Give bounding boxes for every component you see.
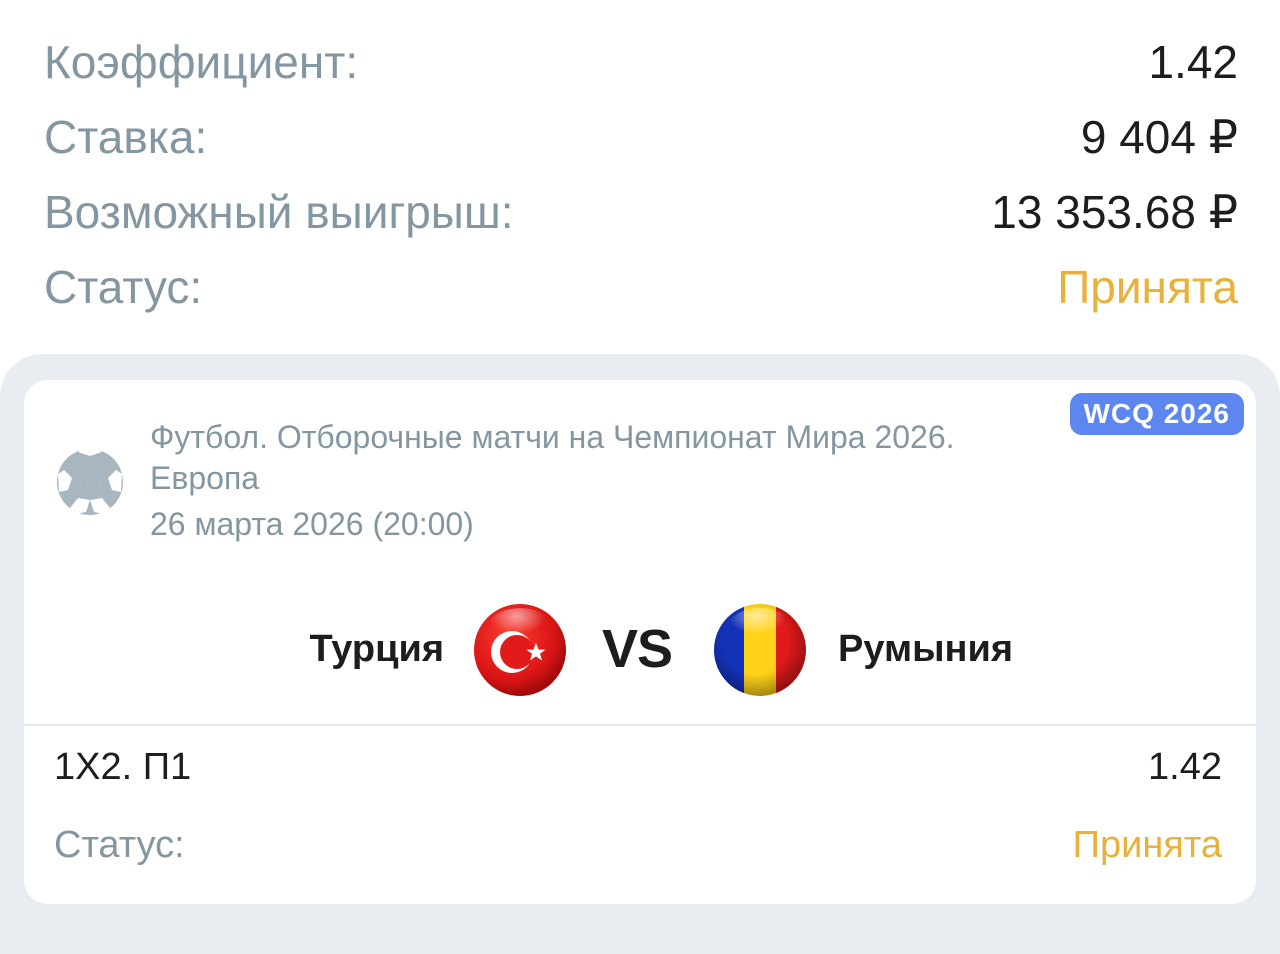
bet-outcome-row: 1Х2. П1 1.42 — [54, 746, 1222, 789]
home-team-name: Турция — [309, 628, 444, 670]
possible-win-label: Возможный выигрыш: — [44, 185, 514, 238]
away-team-name: Румыния — [838, 628, 1014, 670]
soccer-ball-icon — [57, 448, 123, 515]
bet-odds: 1.42 — [1148, 746, 1222, 788]
stake-label: Ставка: — [44, 110, 208, 163]
coefficient-label: Коэффициент: — [44, 35, 359, 88]
event-card[interactable]: WCQ 2026 Футбол. Отборочные матчи на Чем… — [24, 380, 1256, 904]
coefficient-value: 1.42 — [1148, 35, 1238, 88]
match-teams: Турция VS Румыния — [24, 602, 1256, 698]
possible-win-row: Возможный выигрыш: 13 353.68 ₽ — [44, 174, 1238, 249]
tournament-badge: WCQ 2026 — [1069, 393, 1244, 435]
versus-label: VS — [602, 619, 673, 679]
romania-flag-icon — [714, 604, 806, 696]
status-label: Статус: — [44, 260, 203, 313]
status-value: Принята — [1057, 260, 1238, 313]
turkey-flag-icon — [474, 604, 566, 696]
status-row: Статус: Принята — [44, 249, 1238, 324]
divider — [24, 724, 1256, 726]
coefficient-row: Коэффициент: 1.42 — [44, 24, 1238, 99]
event-date: 26 марта 2026 (20:00) — [150, 506, 474, 542]
bet-status-label: Статус: — [54, 824, 185, 866]
bet-status-row: Статус: Принята — [54, 824, 1222, 867]
bet-outcome: 1Х2. П1 — [54, 746, 192, 788]
event-info: Футбол. Отборочные матчи на Чемпионат Ми… — [150, 417, 1050, 545]
possible-win-value: 13 353.68 ₽ — [991, 185, 1238, 238]
bet-status-value: Принята — [1072, 824, 1222, 866]
stake-value: 9 404 ₽ — [1080, 110, 1238, 163]
stake-row: Ставка: 9 404 ₽ — [44, 99, 1238, 174]
event-title: Футбол. Отборочные матчи на Чемпионат Ми… — [150, 419, 955, 496]
bet-summary: Коэффициент: 1.42 Ставка: 9 404 ₽ Возмож… — [44, 24, 1238, 324]
